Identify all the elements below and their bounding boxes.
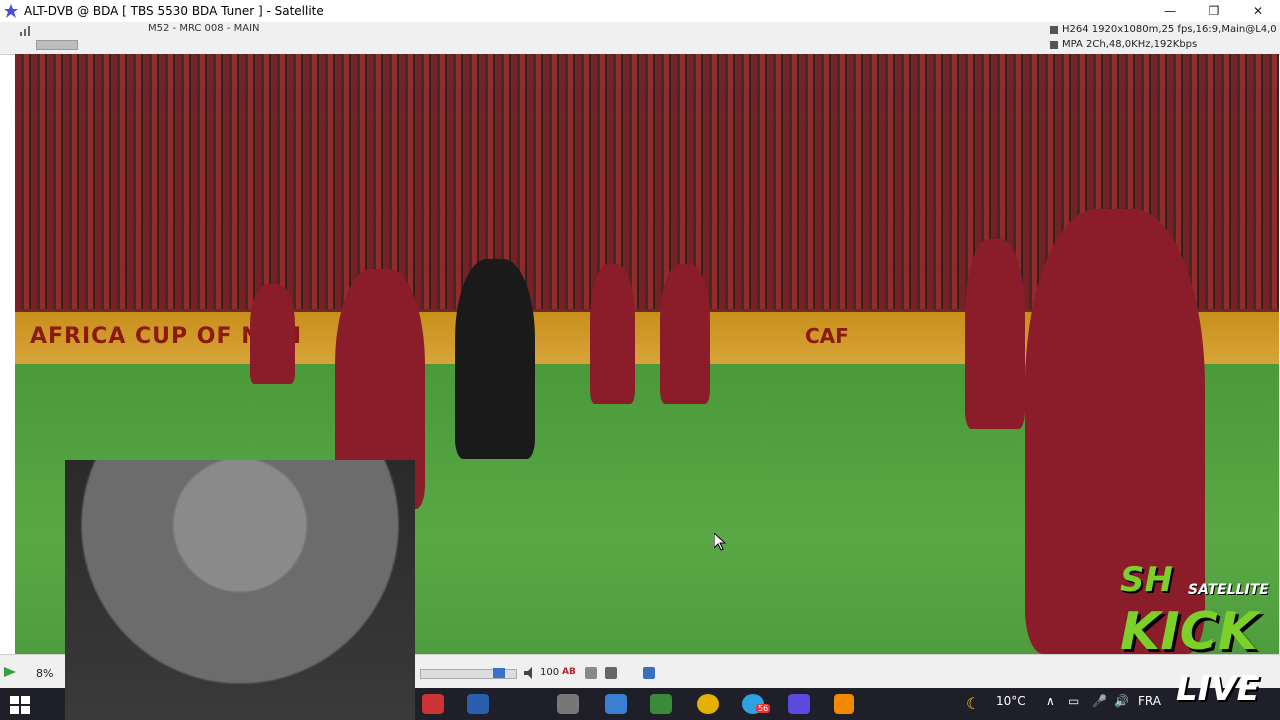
channel-name: M52 - MRC 008 - MAIN — [148, 23, 260, 34]
speaker-icon[interactable] — [524, 667, 536, 679]
logo-satellite-text: SATELLITE — [1188, 582, 1269, 598]
player-figure — [250, 284, 295, 384]
taskbar-app-icon[interactable] — [422, 694, 444, 714]
minimize-button[interactable]: — — [1148, 0, 1192, 22]
player-figure — [660, 264, 710, 404]
vlc-icon[interactable] — [834, 694, 854, 714]
app-satellite-icon — [4, 4, 18, 18]
video-format-line: H264 1920x1080m,25 fps,16:9,Main@L4,0 — [1050, 24, 1277, 35]
video-format-icon — [1050, 25, 1058, 34]
audio-track-button[interactable]: AB — [562, 667, 576, 677]
play-indicator-icon — [4, 667, 16, 677]
player-figure — [965, 239, 1025, 429]
webcam-overlay — [65, 460, 415, 720]
audio-format-icon — [1050, 40, 1058, 49]
volume-slider[interactable] — [420, 668, 517, 679]
audio-format-line: MPA 2Ch,48,0KHz,192Kbps — [1050, 39, 1197, 50]
windows-start-icon[interactable] — [10, 696, 30, 714]
telegram-badge: 56 — [756, 704, 771, 713]
chevron-up-icon[interactable]: ∧ — [1046, 694, 1055, 708]
signal-percent: 8% — [36, 667, 54, 680]
volume-value: 100 — [540, 667, 560, 678]
settings-icon[interactable] — [585, 667, 597, 679]
window-titlebar: ALT-DVB @ BDA [ TBS 5530 BDA Tuner ] - S… — [0, 0, 1280, 22]
coach-figure — [455, 259, 535, 459]
logo-kick-text: KICK — [1120, 602, 1259, 662]
logo-live-text: LIVE — [1176, 669, 1260, 709]
banner-text-right: CAF — [805, 324, 849, 348]
close-button[interactable]: ✕ — [1236, 0, 1280, 22]
signal-level-bar — [36, 40, 78, 50]
taskbar-app-icon[interactable] — [467, 694, 489, 714]
logo-sh-text: SH — [1120, 560, 1173, 600]
audio-format-text: MPA 2Ch,48,0KHz,192Kbps — [1062, 39, 1198, 50]
signal-icon — [20, 26, 30, 36]
microphone-icon[interactable]: 🎤 — [1092, 694, 1107, 708]
taskbar-app-icon[interactable] — [650, 694, 672, 714]
player-figure — [590, 264, 635, 404]
network-icon[interactable]: ▭ — [1068, 694, 1079, 708]
camera-icon[interactable] — [643, 667, 655, 679]
volume-slider-thumb[interactable] — [493, 668, 505, 678]
channel-info-bar: M52 - MRC 008 - MAIN H264 1920x1080m,25 … — [0, 22, 1280, 55]
calculator-icon[interactable] — [605, 694, 627, 714]
mouse-cursor-icon — [714, 533, 726, 551]
video-format-text: H264 1920x1080m,25 fps,16:9,Main@L4,0 — [1062, 24, 1277, 35]
window-title: ALT-DVB @ BDA [ TBS 5530 BDA Tuner ] - S… — [24, 4, 324, 18]
altdvb-taskbar-icon[interactable] — [788, 694, 810, 714]
weather-moon-icon[interactable]: ☾ — [966, 694, 980, 713]
lock-icon[interactable] — [605, 667, 617, 679]
chrome-icon[interactable] — [697, 694, 719, 714]
window-controls: — ❐ ✕ — [1148, 0, 1280, 22]
taskbar-app-icon[interactable] — [557, 694, 579, 714]
restore-button[interactable]: ❐ — [1192, 0, 1236, 22]
weather-temperature[interactable]: 10°C — [996, 694, 1026, 708]
